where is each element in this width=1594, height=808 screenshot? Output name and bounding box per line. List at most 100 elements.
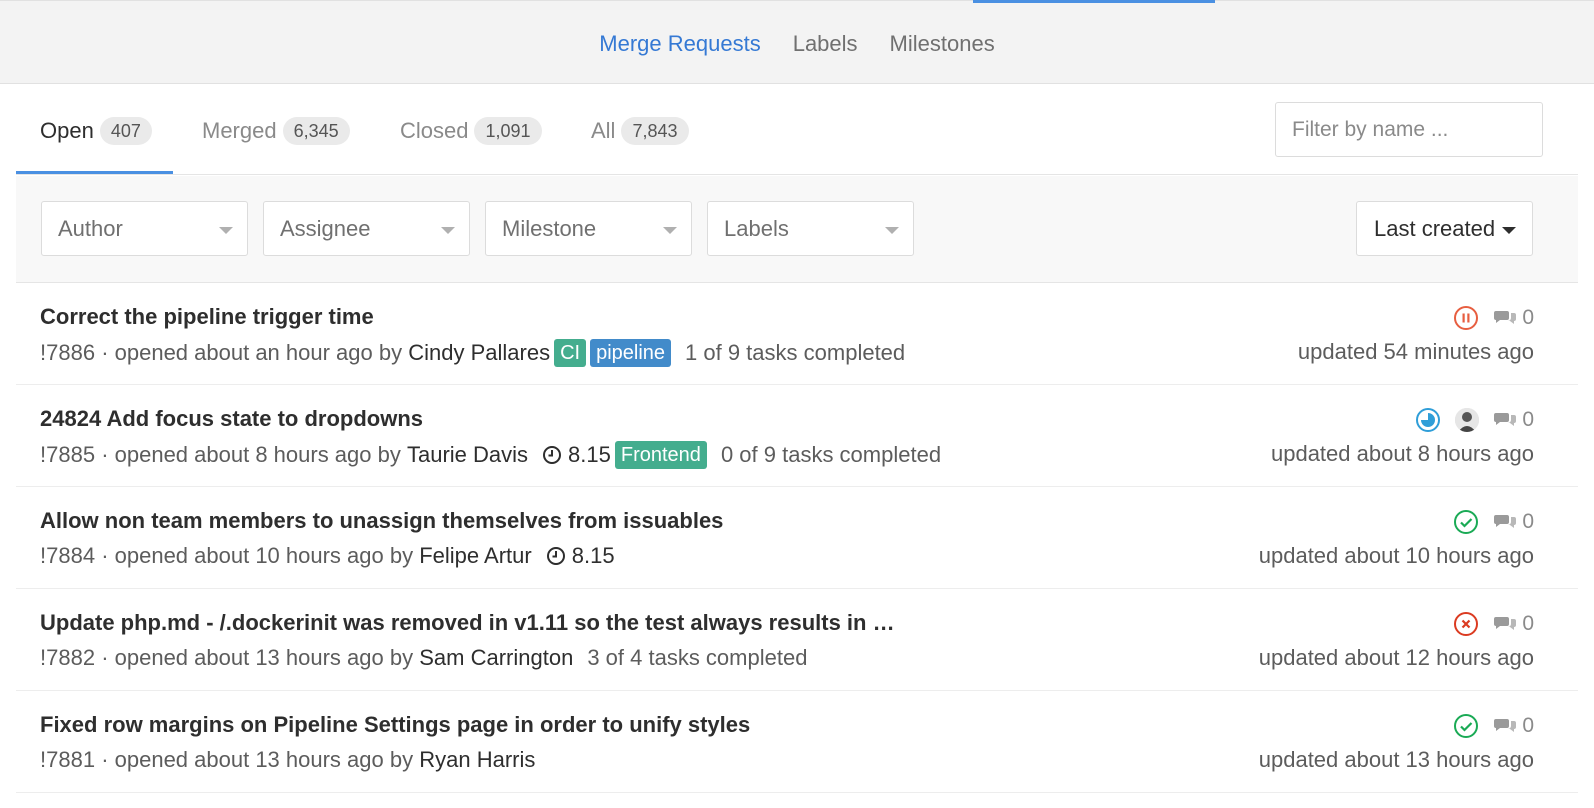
- tab-open-count: 407: [99, 117, 152, 145]
- mr-iid[interactable]: !7886: [40, 340, 95, 366]
- tab-open[interactable]: Open 407: [40, 117, 152, 174]
- sort-dropdown-label: Last created: [1374, 216, 1496, 241]
- merge-request-row: Allow non team members to unassign thems…: [16, 487, 1578, 589]
- milestone-dropdown-label: Milestone: [502, 216, 597, 241]
- mr-opened: · opened about 10 hours ago by: [101, 543, 414, 568]
- labels-dropdown[interactable]: Labels: [707, 201, 914, 256]
- pipeline-failed-icon[interactable]: [1453, 611, 1479, 637]
- mr-comment-count: 0: [1522, 714, 1534, 737]
- mr-milestone[interactable]: 8.15: [542, 442, 611, 468]
- author-dropdown[interactable]: Author: [41, 201, 248, 256]
- labels-dropdown-label: Labels: [724, 216, 789, 241]
- mr-title[interactable]: Allow non team members to unassign thems…: [40, 508, 723, 534]
- pipeline-running-icon[interactable]: [1415, 407, 1441, 433]
- tab-closed-count: 1,091: [474, 117, 542, 145]
- mr-title[interactable]: Fixed row margins on Pipeline Settings p…: [40, 712, 750, 738]
- assignee-dropdown[interactable]: Assignee: [263, 201, 470, 256]
- merge-request-list: Correct the pipeline trigger time !7886 …: [16, 283, 1578, 793]
- chevron-down-icon: [441, 227, 455, 234]
- label-frontend[interactable]: Frontend: [614, 441, 707, 469]
- mr-tasks: 0 of 9 tasks completed: [720, 442, 942, 467]
- mr-milestone-label: 8.15: [571, 543, 615, 568]
- mr-comments[interactable]: 0: [1493, 510, 1534, 534]
- mr-comments[interactable]: 0: [1493, 714, 1534, 738]
- pipeline-success-icon[interactable]: [1453, 713, 1479, 739]
- chevron-down-icon: [219, 227, 233, 234]
- subnav-merge-requests[interactable]: Merge Requests: [599, 31, 760, 57]
- tab-all-count: 7,843: [621, 117, 689, 145]
- mr-updated: updated 54 minutes ago: [1297, 339, 1534, 364]
- comments-icon: [1494, 719, 1517, 732]
- sort-dropdown[interactable]: Last created: [1356, 201, 1533, 256]
- mr-comment-count: 0: [1522, 408, 1534, 431]
- tab-merged[interactable]: Merged 6,345: [202, 117, 350, 174]
- mr-title[interactable]: Correct the pipeline trigger time: [40, 304, 374, 330]
- comments-icon: [1494, 311, 1517, 324]
- mr-comment-count: 0: [1522, 306, 1534, 329]
- mr-meta: !7885 · opened about 8 hours ago by Taur…: [40, 441, 941, 469]
- author-dropdown-label: Author: [58, 216, 123, 241]
- subnav-labels[interactable]: Labels: [793, 31, 858, 57]
- subnav-milestones[interactable]: Milestones: [890, 31, 995, 57]
- tab-merged-label: Merged: [202, 118, 277, 143]
- mr-author[interactable]: Ryan Harris: [419, 747, 535, 773]
- mr-iid[interactable]: !7885: [40, 442, 95, 468]
- milestone-dropdown[interactable]: Milestone: [485, 201, 692, 256]
- mr-updated: updated about 8 hours ago: [1270, 441, 1534, 466]
- mr-comment-count: 0: [1522, 612, 1534, 635]
- mr-updated: updated about 10 hours ago: [1258, 543, 1534, 568]
- pipeline-paused-icon[interactable]: [1453, 305, 1479, 331]
- mr-status-area: 0: [1415, 407, 1534, 433]
- mr-meta: !7881 · opened about 13 hours ago by Rya…: [40, 747, 535, 773]
- active-tab-underline: [16, 171, 173, 174]
- tab-closed[interactable]: Closed 1,091: [400, 117, 542, 174]
- label-pipeline[interactable]: pipeline: [590, 339, 672, 367]
- mr-updated: updated about 12 hours ago: [1258, 645, 1534, 670]
- mr-updated: updated about 13 hours ago: [1258, 747, 1534, 772]
- mr-opened: · opened about 8 hours ago by: [101, 442, 401, 467]
- merge-request-row: Fixed row margins on Pipeline Settings p…: [16, 691, 1578, 793]
- mr-status-area: 0: [1453, 713, 1534, 739]
- mr-tasks: 3 of 4 tasks completed: [587, 645, 808, 670]
- subnav-links: Merge Requests Labels Milestones: [0, 31, 1594, 57]
- mr-milestone[interactable]: 8.15: [546, 543, 615, 569]
- clock-icon: [546, 547, 565, 565]
- label-ci[interactable]: CI: [554, 339, 587, 367]
- comments-icon: [1494, 617, 1517, 630]
- comments-icon: [1494, 413, 1517, 426]
- mr-iid[interactable]: !7881: [40, 747, 95, 773]
- merge-request-row: 24824 Add focus state to dropdowns !7885…: [16, 385, 1578, 487]
- mr-iid[interactable]: !7882: [40, 645, 95, 671]
- tab-all[interactable]: All 7,843: [591, 117, 689, 174]
- top-nav-active-indicator: [973, 0, 1215, 3]
- assignee-dropdown-label: Assignee: [280, 216, 371, 241]
- mr-tasks: 1 of 9 tasks completed: [685, 340, 906, 365]
- merge-request-row: Correct the pipeline trigger time !7886 …: [16, 283, 1578, 385]
- pipeline-success-icon[interactable]: [1453, 509, 1479, 535]
- mr-author[interactable]: Sam Carrington: [419, 645, 573, 671]
- mr-author[interactable]: Cindy Pallares: [408, 340, 550, 366]
- chevron-down-icon: [663, 227, 677, 234]
- mr-author[interactable]: Felipe Artur: [419, 543, 532, 569]
- mr-status-area: 0: [1453, 611, 1534, 637]
- mr-comments[interactable]: 0: [1493, 612, 1534, 636]
- mr-meta: !7886 · opened about an hour ago by Cind…: [40, 339, 905, 367]
- tab-closed-label: Closed: [400, 118, 469, 143]
- mr-comments[interactable]: 0: [1493, 306, 1534, 330]
- avatar-image: [1455, 408, 1480, 432]
- mr-milestone-label: 8.15: [568, 442, 611, 467]
- merge-request-row: Update php.md - /.dockerinit was removed…: [16, 589, 1578, 691]
- mr-status-area: 0: [1453, 509, 1534, 535]
- mr-iid[interactable]: !7884: [40, 543, 95, 569]
- mr-opened: · opened about 13 hours ago by: [101, 645, 414, 670]
- assignee-avatar[interactable]: [1455, 408, 1480, 432]
- tab-open-label: Open: [40, 118, 94, 143]
- mr-status-area: 0: [1453, 305, 1534, 331]
- sub-navigation: Merge Requests Labels Milestones: [0, 0, 1594, 84]
- comments-icon: [1494, 515, 1517, 528]
- mr-title[interactable]: Update php.md - /.dockerinit was removed…: [40, 610, 895, 636]
- mr-author[interactable]: Taurie Davis: [407, 442, 528, 468]
- mr-title[interactable]: 24824 Add focus state to dropdowns: [40, 406, 423, 432]
- filter-by-name-input[interactable]: [1275, 102, 1543, 157]
- mr-comments[interactable]: 0: [1493, 408, 1534, 432]
